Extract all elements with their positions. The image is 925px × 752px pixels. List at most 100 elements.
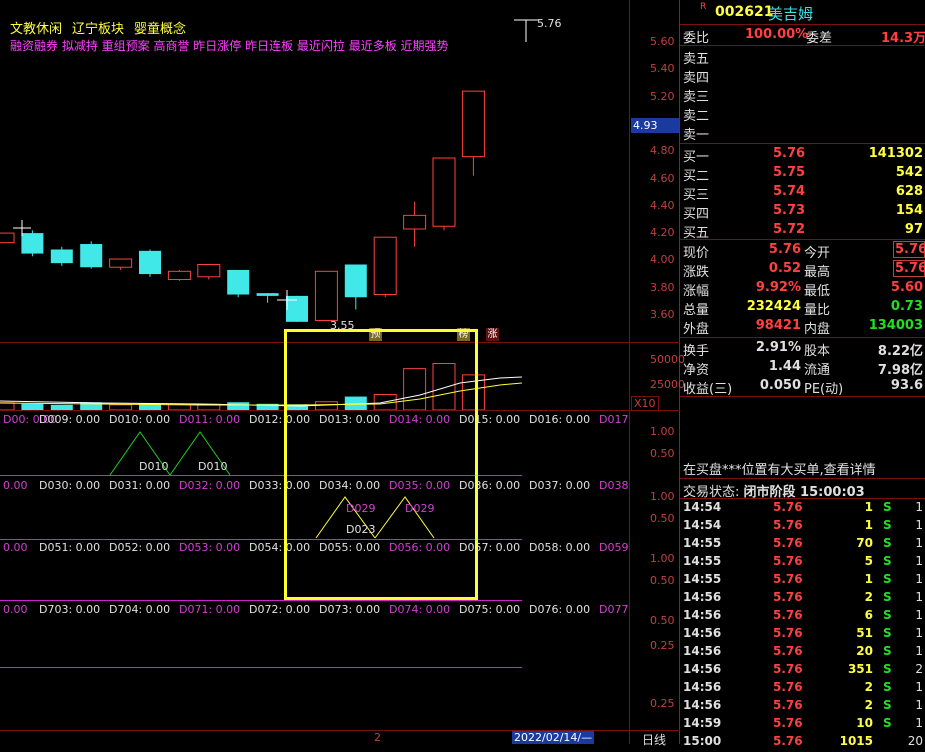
tick-count: 1 [915,572,923,586]
fundamental-label: 净资 [683,363,710,378]
quote-row[interactable]: 总量 232424 量比 0.73 [683,298,923,318]
tick-row[interactable]: 14:54 5.76 1 S 1 [683,518,923,536]
quote-row[interactable]: 涨跌 0.52 最高 5.76 [683,260,925,280]
ask-row[interactable]: 卖五 [683,47,923,67]
candle[interactable] [197,263,221,278]
fundamental-value: 1.44 [768,359,801,374]
tick-row[interactable]: 14:56 5.76 6 S 1 [683,608,923,626]
tick-volume: 2 [864,590,873,604]
tick-side: S [883,626,892,640]
candle[interactable] [373,236,397,296]
volume-bar[interactable] [0,402,15,410]
tick-time: 14:54 [683,500,722,514]
tick-volume: 2 [864,698,873,712]
quote-value: 232424 [746,299,801,314]
fundamental-value: 93.6 [890,378,923,393]
ask-row[interactable]: 卖二 [683,104,923,124]
quote-value: 134003 [868,318,923,333]
candlestick-chart[interactable] [0,0,629,342]
candle[interactable] [256,293,279,296]
tick-row[interactable]: 15:00 5.76 1015 20 [683,734,923,752]
quote-value: 0.73 [890,299,923,314]
candle[interactable] [227,269,250,295]
limit-up-marker[interactable]: 涨 [486,328,499,341]
tick-time: 14:56 [683,626,722,640]
candle[interactable] [0,232,15,244]
tick-row[interactable]: 14:56 5.76 20 S 1 [683,644,923,662]
quote-row[interactable]: 现价 5.76 今开 5.76 [683,241,925,261]
tick-volume: 1 [864,500,873,514]
stock-code[interactable]: 002621 [715,4,773,20]
candle[interactable] [344,264,367,298]
tick-row[interactable]: 14:56 5.76 51 S 1 [683,626,923,644]
tick-row[interactable]: 14:56 5.76 2 S 1 [683,590,923,608]
volume-unit-label: X10 [631,396,659,411]
tick-count: 1 [915,590,923,604]
cursor-mark: 2 [374,731,381,744]
candle[interactable] [21,233,44,254]
tick-price: 5.76 [773,662,803,676]
weibi-label: 委比 [683,31,710,46]
tick-count: 1 [915,608,923,622]
tick-volume: 1 [864,572,873,586]
tick-row[interactable]: 14:56 5.76 2 S 1 [683,680,923,698]
fundamental-row[interactable]: 收益(三) 0.050 PE(动) 93.6 [683,377,923,397]
fundamental-value: 0.050 [759,378,801,393]
quote-row[interactable]: 外盘 98421 内盘 134003 [683,317,923,337]
bid-price: 5.76 [773,146,806,161]
bid-price: 5.73 [773,203,806,218]
tick-count: 1 [915,500,923,514]
bid-label: 买一 [683,150,710,165]
tick-row[interactable]: 14:54 5.76 1 S 1 [683,500,923,518]
price-axis-label: 4.60 [650,171,675,185]
tick-row[interactable]: 14:55 5.76 70 S 1 [683,536,923,554]
tick-side: S [883,554,892,568]
volume-bar[interactable] [227,402,250,410]
tick-row[interactable]: 14:55 5.76 1 S 1 [683,572,923,590]
ask-label: 卖三 [683,90,710,105]
candle[interactable] [109,258,133,268]
candle[interactable] [167,270,191,281]
quote-value: 5.76 [893,241,925,258]
candle[interactable] [432,157,456,227]
ask-row[interactable]: 卖一 [683,123,923,143]
tick-time: 14:56 [683,662,722,676]
bid-row[interactable]: 买四 5.73 154 [683,202,923,222]
candle[interactable] [314,270,338,321]
indicator-axis-label: 0.50 [650,614,675,627]
candle[interactable] [461,90,485,158]
stock-name[interactable]: 美吉姆 [768,3,813,24]
bid-row[interactable]: 买五 5.72 97 [683,221,923,241]
candle[interactable] [50,249,73,264]
chart-area[interactable]: 文教休闲 辽宁板块 婴童概念 融资融券 拟减持 重组预案 高商誉 昨日涨停 昨日… [0,0,685,747]
indicator-axis-label: 0.25 [650,639,675,652]
divider [680,45,925,46]
period-label[interactable]: 日线 [642,731,666,748]
tick-volume: 6 [864,608,873,622]
price-axis-label: 5.40 [650,62,675,76]
tick-row[interactable]: 14:59 5.76 10 S 1 [683,716,923,734]
tick-side: S [883,536,892,550]
tick-side: S [883,590,892,604]
big-order-notice[interactable]: 在买盘***位置有大买单,查看详情 [683,459,876,478]
tick-row[interactable]: 14:56 5.76 2 S 1 [683,698,923,716]
bid-row[interactable]: 买一 5.76 141302 [683,145,923,165]
tick-row[interactable]: 14:55 5.76 5 S 1 [683,554,923,572]
ask-row[interactable]: 卖四 [683,66,923,86]
tick-row[interactable]: 14:56 5.76 351 S 2 [683,662,923,680]
bid-row[interactable]: 买三 5.74 628 [683,183,923,203]
candle[interactable] [80,244,103,268]
fundamental-row[interactable]: 换手 2.91% 股本 8.22亿 [683,339,923,359]
bid-row[interactable]: 买二 5.75 542 [683,164,923,184]
divider [680,478,925,479]
bid-volume: 542 [895,165,923,180]
ask-row[interactable]: 卖三 [683,85,923,105]
tick-price: 5.76 [773,734,803,748]
fundamental-row[interactable]: 净资 1.44 流通 7.98亿 [683,358,923,378]
candle[interactable] [139,250,161,275]
divider [680,239,925,240]
tick-time: 14:56 [683,590,722,604]
candle[interactable] [403,214,427,230]
tick-side: S [883,518,892,532]
quote-row[interactable]: 涨幅 9.92% 最低 5.60 [683,279,923,299]
